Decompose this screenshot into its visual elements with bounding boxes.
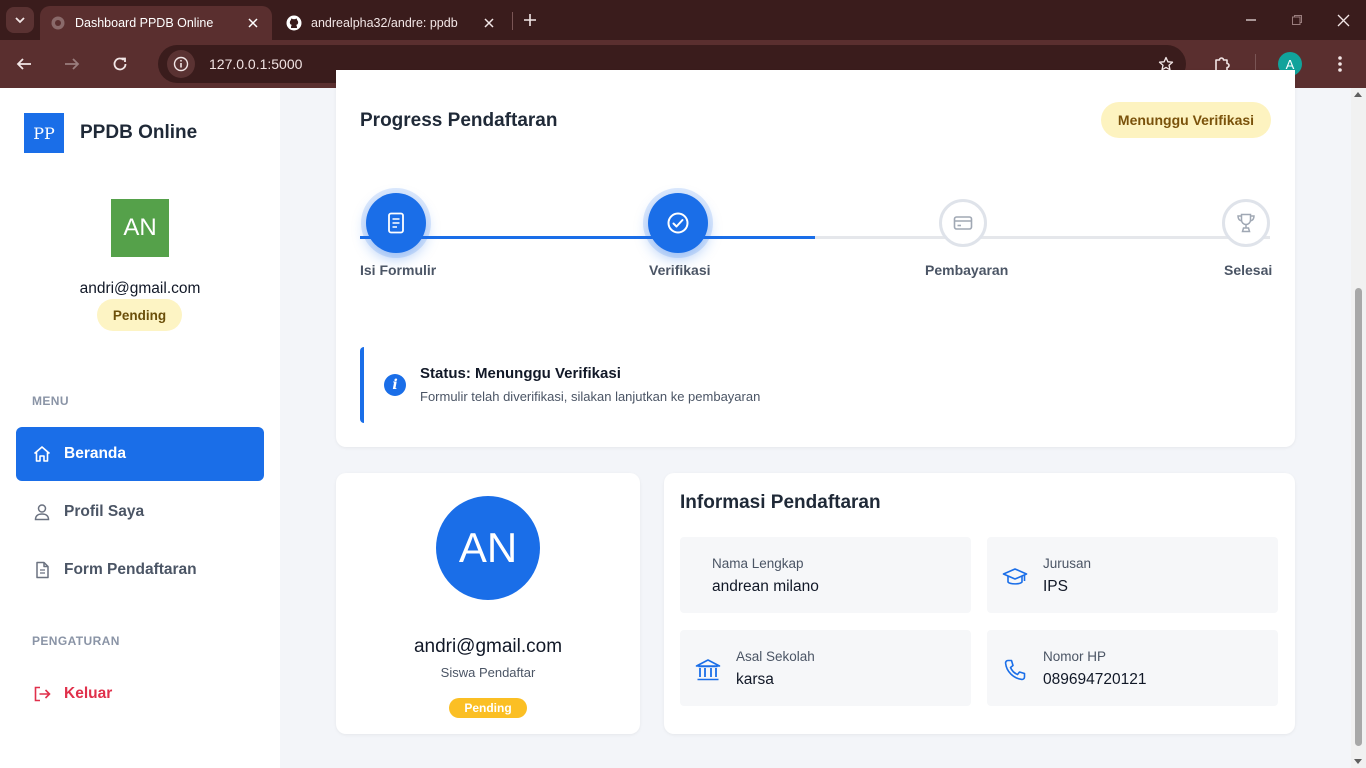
info-field-nama-lengkap: Nama Lengkap andrean milano — [680, 537, 971, 613]
profile-card: AN andri@gmail.com Siswa Pendaftar Pendi… — [336, 473, 640, 734]
status-pill: Menunggu Verifikasi — [1101, 102, 1271, 138]
info-field-label: Nomor HP — [1043, 649, 1107, 664]
sidebar-item-label: Form Pendaftaran — [64, 561, 197, 578]
sidebar-item-label: Profil Saya — [64, 503, 145, 520]
profile-avatar-large: AN — [436, 496, 540, 600]
github-icon — [286, 15, 302, 31]
browser-menu-button[interactable] — [1328, 50, 1352, 78]
sidebar-email: andri@gmail.com — [79, 280, 201, 297]
info-field-label: Jurusan — [1043, 556, 1092, 571]
user-icon — [32, 502, 52, 522]
alert-text: Formulir telah diverifikasi, silakan lan… — [420, 389, 761, 404]
kebab-menu-icon — [1338, 56, 1342, 72]
info-icon: i — [384, 374, 406, 396]
reload-icon — [113, 57, 127, 71]
tab-title: Dashboard PPDB Online — [75, 16, 214, 30]
brand-logo: PP — [24, 113, 64, 153]
scroll-up-arrow-icon[interactable] — [1354, 92, 1362, 97]
document-icon — [32, 560, 52, 580]
trophy-icon — [1237, 213, 1255, 233]
sidebar-item-label: Keluar — [64, 685, 113, 702]
sidebar-item-beranda[interactable]: Beranda — [16, 427, 264, 481]
scroll-down-arrow-icon[interactable] — [1354, 759, 1362, 764]
settings-section-label: PENGATURAN — [32, 634, 120, 648]
logout-icon — [32, 684, 52, 704]
brand-name: PPDB Online — [80, 122, 198, 143]
step-label-isi-formulir: Isi Formulir — [360, 262, 437, 278]
check-circle-icon — [667, 212, 689, 234]
info-field-jurusan: Jurusan IPS — [987, 537, 1278, 613]
info-field-value: karsa — [736, 671, 774, 688]
school-building-icon — [694, 656, 722, 684]
globe-icon — [50, 15, 66, 31]
sidebar-item-form-pendaftaran[interactable]: Form Pendaftaran — [16, 543, 264, 597]
form-icon — [388, 212, 404, 234]
restore-button[interactable] — [1274, 0, 1320, 40]
arrow-left-icon — [16, 58, 31, 70]
info-field-label: Nama Lengkap — [712, 556, 804, 571]
step-label-pembayaran: Pembayaran — [925, 262, 1009, 278]
step-label-selesai: Selesai — [1224, 262, 1273, 278]
scroll-thumb[interactable] — [1355, 288, 1362, 746]
info-field-nomor-hp: Nomor HP 089694720121 — [987, 630, 1278, 706]
progress-title: Progress Pendaftaran — [360, 110, 558, 131]
step-pembayaran — [939, 199, 987, 247]
sidebar-item-keluar[interactable]: Keluar — [16, 667, 264, 721]
close-window-button[interactable] — [1320, 0, 1366, 40]
step-verifikasi — [648, 193, 708, 253]
tab-title: andrealpha32/andre: ppdb — [311, 16, 458, 30]
credit-card-icon — [953, 216, 973, 230]
info-field-value: andrean milano — [712, 578, 819, 595]
minimize-button[interactable] — [1228, 0, 1274, 40]
info-field-value: 089694720121 — [1043, 671, 1147, 688]
sidebar: PP PPDB Online AN andri@gmail.com Pendin… — [0, 88, 280, 768]
status-alert: i Status: Menunggu Verifikasi Formulir t… — [360, 347, 1271, 423]
site-info-icon[interactable] — [167, 50, 195, 78]
sidebar-status-badge: Pending — [97, 299, 182, 331]
info-field-label: Asal Sekolah — [736, 649, 815, 664]
tab-separator — [512, 12, 513, 30]
close-icon — [1337, 14, 1349, 26]
minimize-icon — [1246, 19, 1256, 21]
step-selesai — [1222, 199, 1270, 247]
tab-search-button[interactable] — [6, 7, 34, 33]
sidebar-avatar: AN — [111, 199, 169, 257]
info-card: Informasi Pendaftaran Nama Lengkap andre… — [664, 473, 1295, 734]
menu-section-label: MENU — [32, 394, 69, 408]
phone-icon — [1001, 656, 1029, 684]
info-title: Informasi Pendaftaran — [680, 492, 881, 513]
progress-card: Progress Pendaftaran Menunggu Verifikasi… — [336, 70, 1295, 447]
restore-icon — [1292, 15, 1302, 25]
step-label-verifikasi: Verifikasi — [649, 262, 711, 278]
step-isi-formulir — [366, 193, 426, 253]
tab-dashboard[interactable]: Dashboard PPDB Online — [40, 6, 272, 40]
sidebar-item-profil-saya[interactable]: Profil Saya — [16, 485, 264, 539]
url-text: 127.0.0.1:5000 — [209, 56, 303, 72]
back-button[interactable] — [10, 50, 38, 78]
alert-title: Status: Menunggu Verifikasi — [420, 365, 621, 382]
chevron-down-icon — [15, 17, 25, 24]
close-icon[interactable] — [480, 14, 498, 32]
profile-status-badge: Pending — [449, 698, 527, 718]
info-field-value: IPS — [1043, 578, 1068, 595]
tab-github[interactable]: andrealpha32/andre: ppdb — [276, 6, 508, 40]
new-tab-button[interactable] — [520, 10, 540, 30]
profile-email: andri@gmail.com — [413, 636, 563, 657]
home-icon — [32, 444, 52, 464]
profile-role: Siswa Pendaftar — [440, 665, 536, 680]
forward-button[interactable] — [58, 50, 86, 78]
reload-button[interactable] — [106, 50, 134, 78]
browser-tabbar: Dashboard PPDB Online andrealpha32/andre… — [0, 0, 1366, 40]
info-field-asal-sekolah: Asal Sekolah karsa — [680, 630, 971, 706]
brand[interactable]: PP PPDB Online — [24, 113, 197, 153]
close-icon[interactable] — [244, 14, 262, 32]
arrow-right-icon — [65, 58, 80, 70]
page-scrollbar[interactable] — [1351, 88, 1366, 768]
plus-icon — [524, 14, 536, 26]
graduation-cap-icon — [1001, 563, 1029, 591]
sidebar-item-label: Beranda — [64, 445, 127, 462]
progress-track-fill — [360, 236, 815, 239]
